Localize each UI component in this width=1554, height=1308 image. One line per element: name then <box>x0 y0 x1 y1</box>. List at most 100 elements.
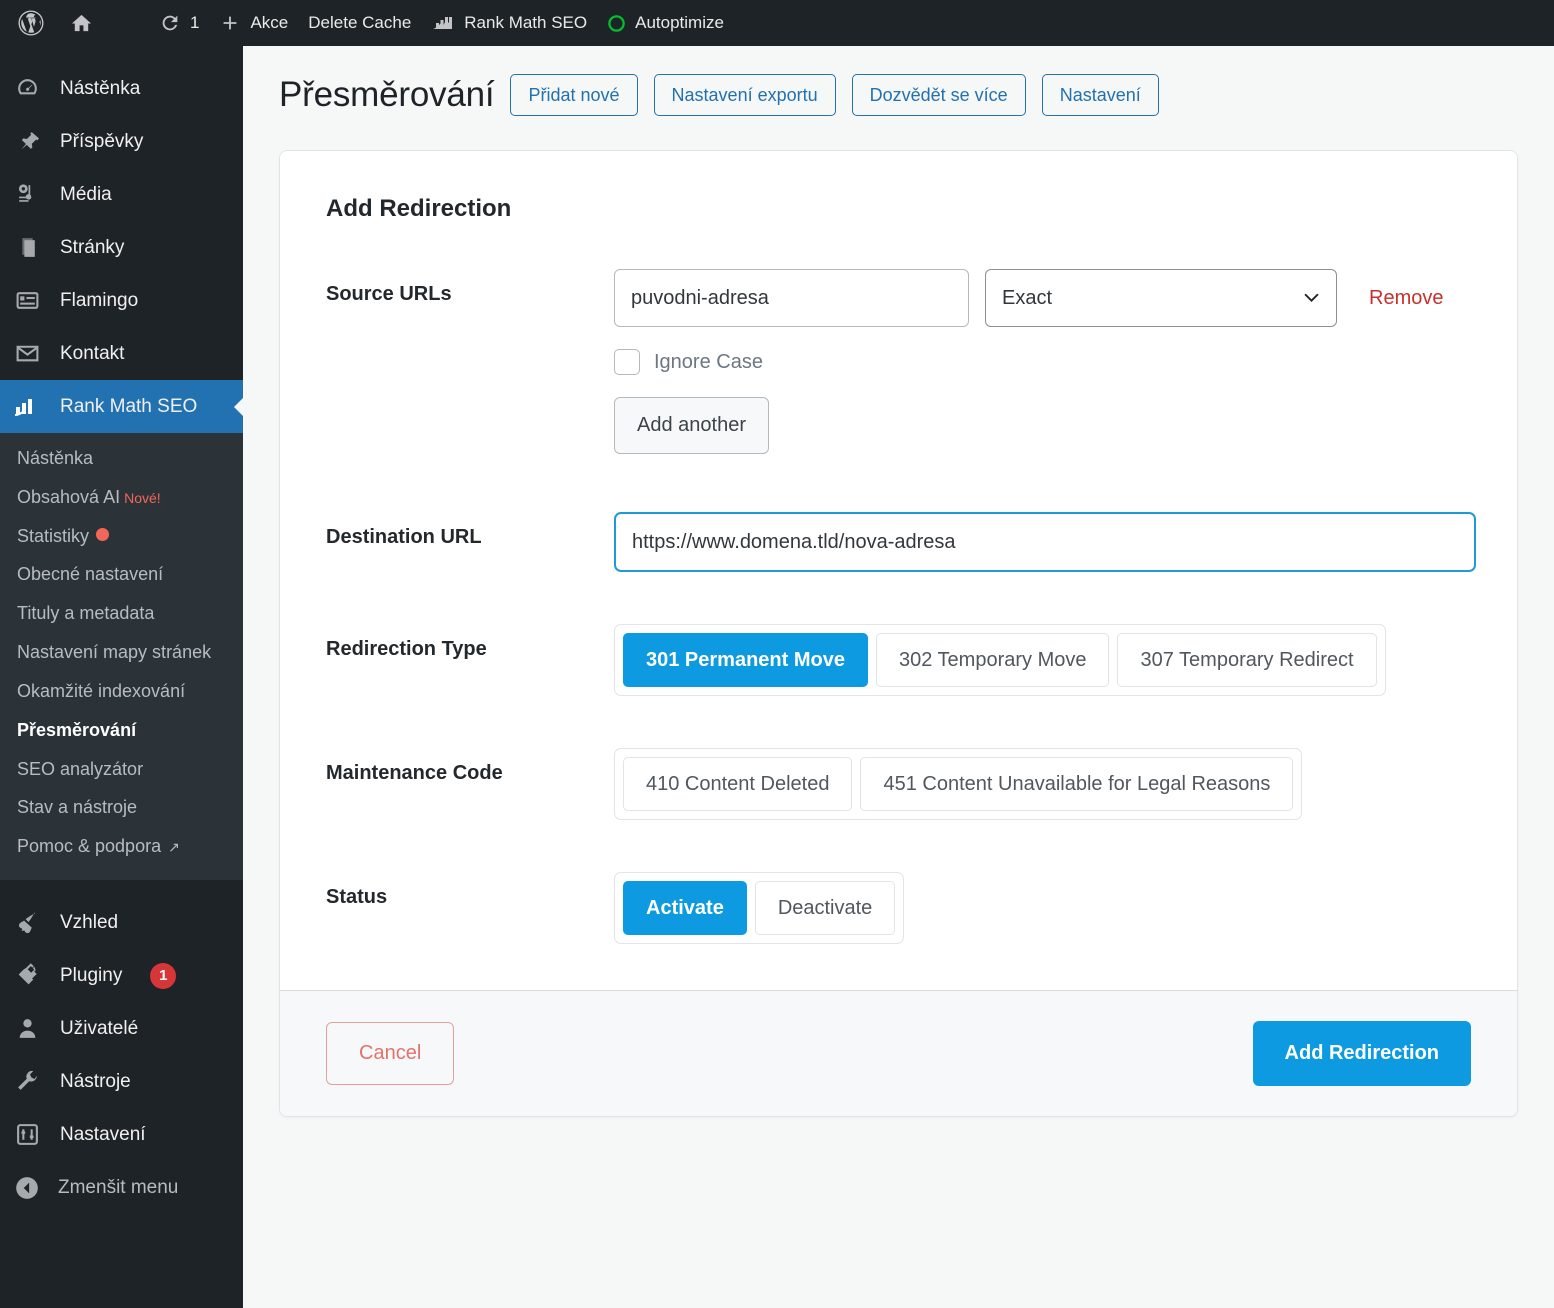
sidebar-item-pluginy[interactable]: Pluginy 1 <box>0 949 243 1002</box>
sidebar-item-uzivatele[interactable]: Uživatelé <box>0 1002 243 1055</box>
submenu-item-label: Statistiky <box>17 526 89 546</box>
destination-url-label: Destination URL <box>326 512 614 549</box>
submenu-item-nastenka[interactable]: Nástěnka <box>0 439 243 478</box>
page-header: Přesměrování Přidat nové Nastavení expor… <box>243 46 1554 116</box>
sidebar-item-vzhled[interactable]: Vzhled <box>0 896 243 949</box>
sidebar-item-rank-math-seo[interactable]: Rank Math SEO <box>0 380 243 433</box>
pin-icon <box>12 129 42 154</box>
match-type-value: Exact <box>1002 287 1052 310</box>
maintenance-code-group: 410 Content Deleted 451 Content Unavaila… <box>614 748 1302 820</box>
status-group: Activate Deactivate <box>614 872 904 944</box>
redirection-type-301-button[interactable]: 301 Permanent Move <box>623 633 868 687</box>
add-redirection-submit-button[interactable]: Add Redirection <box>1253 1021 1471 1086</box>
submenu-item-pomoc-a-podpora[interactable]: Pomoc & podpora↗ <box>0 827 243 866</box>
submenu-item-obecne-nastaveni[interactable]: Obecné nastavení <box>0 555 243 594</box>
maintenance-code-410-button[interactable]: 410 Content Deleted <box>623 757 852 811</box>
export-settings-button[interactable]: Nastavení exportu <box>654 74 836 116</box>
submenu-item-presmerovani[interactable]: Přesměrování <box>0 711 243 750</box>
submenu-item-tituly-a-metadata[interactable]: Tituly a metadata <box>0 594 243 633</box>
status-activate-button[interactable]: Activate <box>623 881 747 935</box>
rank-math-icon <box>12 396 42 418</box>
sidebar-item-dashboard[interactable]: Nástěnka <box>0 62 243 115</box>
sidebar-item-media[interactable]: Média <box>0 168 243 221</box>
autoptimize-button[interactable]: Autoptimize <box>597 0 734 46</box>
destination-url-control <box>614 512 1476 572</box>
sidebar-item-label: Příspěvky <box>60 131 143 153</box>
submenu-item-label: Obecné nastavení <box>17 564 163 584</box>
sidebar-item-label: Nástroje <box>60 1071 131 1093</box>
ignore-case-checkbox[interactable] <box>614 349 640 375</box>
plugin-icon <box>12 963 42 988</box>
updates-button[interactable]: 1 <box>149 0 209 46</box>
collapse-menu-button[interactable]: Zmenšit menu <box>0 1161 243 1214</box>
appearance-brush-icon <box>12 910 42 935</box>
maintenance-code-451-button[interactable]: 451 Content Unavailable for Legal Reason… <box>860 757 1293 811</box>
flamingo-icon <box>12 288 42 313</box>
learn-more-button[interactable]: Dozvědět se více <box>852 74 1026 116</box>
collapse-arrow-icon <box>12 1175 42 1201</box>
submenu-item-statistiky[interactable]: Statistiky <box>0 517 243 556</box>
new-content-label: Akce <box>250 13 288 33</box>
sidebar-item-flamingo[interactable]: Flamingo <box>0 274 243 327</box>
redirection-type-302-button[interactable]: 302 Temporary Move <box>876 633 1110 687</box>
sidebar-item-pages[interactable]: Stránky <box>0 221 243 274</box>
rank-math-icon <box>431 13 455 33</box>
redirection-type-307-button[interactable]: 307 Temporary Redirect <box>1117 633 1376 687</box>
rank-math-submenu: Nástěnka Obsahová AINové! Statistiky Obe… <box>0 433 243 880</box>
match-type-select[interactable]: Exact <box>985 269 1337 327</box>
chevron-down-icon <box>1304 293 1319 303</box>
sidebar-item-posts[interactable]: Příspěvky <box>0 115 243 168</box>
site-home-button[interactable] <box>60 0 103 46</box>
tools-wrench-icon <box>12 1069 42 1094</box>
cancel-button[interactable]: Cancel <box>326 1022 454 1085</box>
source-urls-label: Source URLs <box>326 269 614 306</box>
submenu-item-stav-a-nastroje[interactable]: Stav a nástroje <box>0 788 243 827</box>
sidebar-item-label: Flamingo <box>60 290 138 312</box>
sidebar-item-label: Média <box>60 184 112 206</box>
settings-sliders-icon <box>12 1122 42 1147</box>
wordpress-logo-icon <box>16 8 46 38</box>
dashboard-icon <box>12 76 42 101</box>
delete-cache-button[interactable]: Delete Cache <box>298 0 421 46</box>
remove-source-link[interactable]: Remove <box>1369 287 1443 310</box>
mail-icon <box>12 341 42 366</box>
add-new-button[interactable]: Přidat nové <box>510 74 637 116</box>
destination-url-input[interactable] <box>614 512 1476 572</box>
submenu-item-label: Nastavení mapy stránek <box>17 642 211 662</box>
admin-sidebar: Nástěnka Příspěvky Média Stránky Flaming… <box>0 46 243 1308</box>
ignore-case-row[interactable]: Ignore Case <box>614 349 1471 375</box>
field-status: Status Activate Deactivate <box>326 872 1471 944</box>
submenu-item-seo-analyzator[interactable]: SEO analyzátor <box>0 750 243 789</box>
sidebar-item-label: Stránky <box>60 237 124 259</box>
sidebar-gap <box>0 880 243 896</box>
redirection-type-group: 301 Permanent Move 302 Temporary Move 30… <box>614 624 1386 696</box>
add-another-button[interactable]: Add another <box>614 397 769 454</box>
ignore-case-label: Ignore Case <box>654 351 763 374</box>
settings-button[interactable]: Nastavení <box>1042 74 1159 116</box>
sidebar-item-nastroje[interactable]: Nástroje <box>0 1055 243 1108</box>
sidebar-item-label: Nastavení <box>60 1124 146 1146</box>
new-content-button[interactable]: Akce <box>209 0 298 46</box>
card-title: Add Redirection <box>326 195 1471 223</box>
sidebar-item-kontakt[interactable]: Kontakt <box>0 327 243 380</box>
status-deactivate-button[interactable]: Deactivate <box>755 881 896 935</box>
submenu-item-label: Tituly a metadata <box>17 603 154 623</box>
sidebar-item-label: Nástěnka <box>60 78 140 100</box>
submenu-item-label: Stav a nástroje <box>17 797 137 817</box>
submenu-item-okamzite-indexovani[interactable]: Okamžité indexování <box>0 672 243 711</box>
submenu-item-nastaveni-mapy-stranek[interactable]: Nastavení mapy stránek <box>0 633 243 672</box>
status-dot-icon <box>96 528 109 541</box>
rank-math-seo-adminbar-button[interactable]: Rank Math SEO <box>421 0 597 46</box>
submenu-item-obsahova-ai[interactable]: Obsahová AINové! <box>0 478 243 517</box>
sidebar-item-label: Kontakt <box>60 343 124 365</box>
autoptimize-label: Autoptimize <box>635 13 724 33</box>
autoptimize-circle-icon <box>607 14 626 33</box>
wordpress-logo-button[interactable] <box>0 0 60 46</box>
sidebar-item-nastaveni[interactable]: Nastavení <box>0 1108 243 1161</box>
users-icon <box>12 1016 42 1041</box>
pages-icon <box>12 235 42 260</box>
source-url-input[interactable] <box>614 269 969 327</box>
sidebar-item-label: Vzhled <box>60 912 118 934</box>
field-redirection-type: Redirection Type 301 Permanent Move 302 … <box>326 624 1471 696</box>
redirection-type-control: 301 Permanent Move 302 Temporary Move 30… <box>614 624 1471 696</box>
